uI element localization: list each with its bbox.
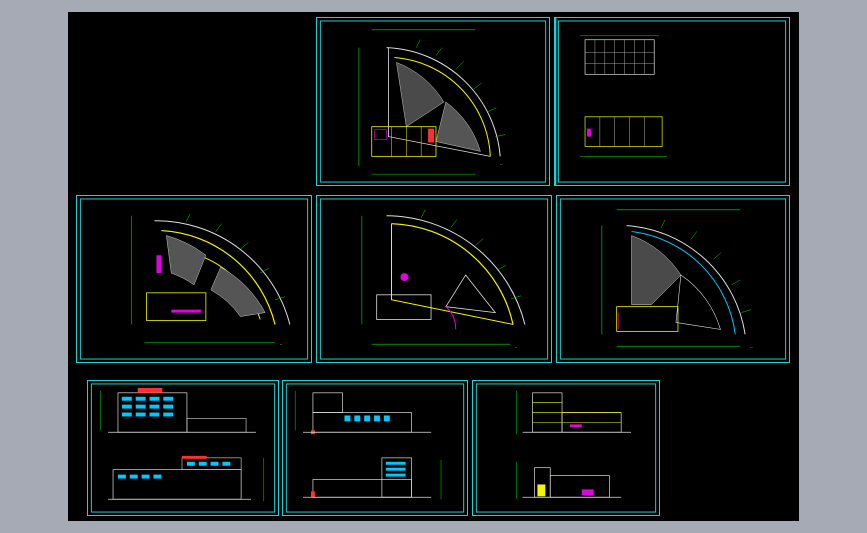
elevation-drawing: [285, 383, 465, 513]
fan-plan-drawing: ··: [319, 20, 547, 183]
svg-text:··: ··: [500, 162, 503, 167]
sheet-elevations-1[interactable]: [87, 380, 279, 516]
sheet-sections[interactable]: [472, 380, 660, 516]
svg-text:··: ··: [515, 345, 518, 350]
sheet-floor-plan-roof[interactable]: ··: [556, 195, 790, 363]
svg-text:··: ··: [280, 342, 283, 347]
partial-plan-drawing: [555, 18, 787, 185]
sheet-partial-plans[interactable]: [554, 17, 790, 186]
sheet-floor-plan-2[interactable]: ··: [316, 195, 552, 363]
sheet-floor-plan-1[interactable]: ··: [76, 195, 312, 363]
drawing-canvas[interactable]: ·· ·· ·· ··: [68, 12, 799, 521]
svg-text:··: ··: [750, 345, 753, 350]
section-drawing: [475, 383, 657, 513]
sheet-floor-plan-top[interactable]: ··: [316, 17, 550, 186]
sheet-elevations-2[interactable]: [282, 380, 468, 516]
fan-plan-drawing: ··: [79, 198, 309, 360]
fan-plan-drawing: ··: [559, 198, 787, 360]
fan-plan-drawing: ··: [319, 198, 549, 360]
elevation-drawing: [90, 383, 276, 513]
